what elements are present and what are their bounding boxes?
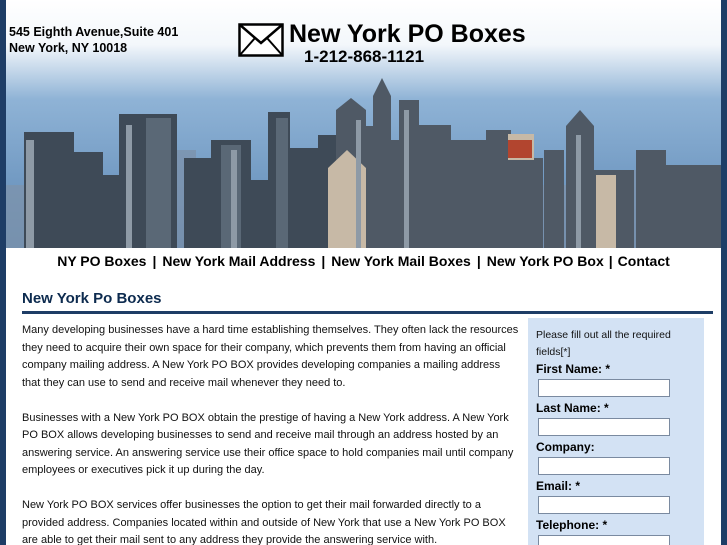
page-title: New York Po Boxes: [22, 290, 162, 307]
nav-separator: |: [152, 253, 157, 269]
envelope-icon: [238, 23, 284, 57]
nav-separator: |: [608, 253, 613, 269]
header-banner: 545 Eighth Avenue,Suite 401 New York, NY…: [6, 0, 721, 248]
first-name-label: First Name: *: [536, 362, 611, 376]
telephone-field[interactable]: [538, 535, 670, 545]
address-block: 545 Eighth Avenue,Suite 401 New York, NY…: [9, 24, 178, 56]
nav-contact[interactable]: Contact: [618, 253, 670, 269]
telephone-label: Telephone: *: [536, 518, 608, 532]
nav-new-york-mail-boxes[interactable]: New York Mail Boxes: [331, 253, 471, 269]
email-field[interactable]: [538, 496, 670, 514]
phone-number: 1-212-868-1121: [304, 47, 425, 66]
paragraph: Businesses with a New York PO BOX obtain…: [22, 411, 514, 477]
nav-separator: |: [476, 253, 481, 269]
last-name-label: Last Name: *: [536, 401, 609, 415]
page-frame: 545 Eighth Avenue,Suite 401 New York, NY…: [6, 0, 721, 545]
company-label: Company:: [536, 440, 595, 454]
address-line-2: New York, NY 10018: [9, 41, 128, 55]
form-note: Please fill out all the required fields[…: [536, 329, 671, 358]
nav-separator: |: [321, 253, 326, 269]
article-body: Many developing businesses have a hard t…: [22, 322, 520, 545]
heading-divider: [22, 311, 713, 314]
main-nav: NY PO Boxes | New York Mail Address | New Yo…: [6, 253, 721, 269]
paragraph: Many developing businesses have a hard t…: [22, 324, 519, 389]
address-line-1: 545 Eighth Avenue,Suite 401: [9, 25, 179, 39]
contact-form: Please fill out all the required fields[…: [528, 318, 704, 545]
paragraph: New York PO BOX services offer businesse…: [22, 499, 506, 545]
first-name-field[interactable]: [538, 379, 670, 397]
nav-ny-po-boxes[interactable]: NY PO Boxes: [57, 253, 146, 269]
company-field[interactable]: [538, 457, 670, 475]
last-name-field[interactable]: [538, 418, 670, 436]
nav-new-york-po-box[interactable]: New York PO Box: [487, 253, 604, 269]
email-label: Email: *: [536, 479, 581, 493]
site-title: New York PO Boxes: [289, 20, 526, 48]
nav-new-york-mail-address[interactable]: New York Mail Address: [162, 253, 315, 269]
